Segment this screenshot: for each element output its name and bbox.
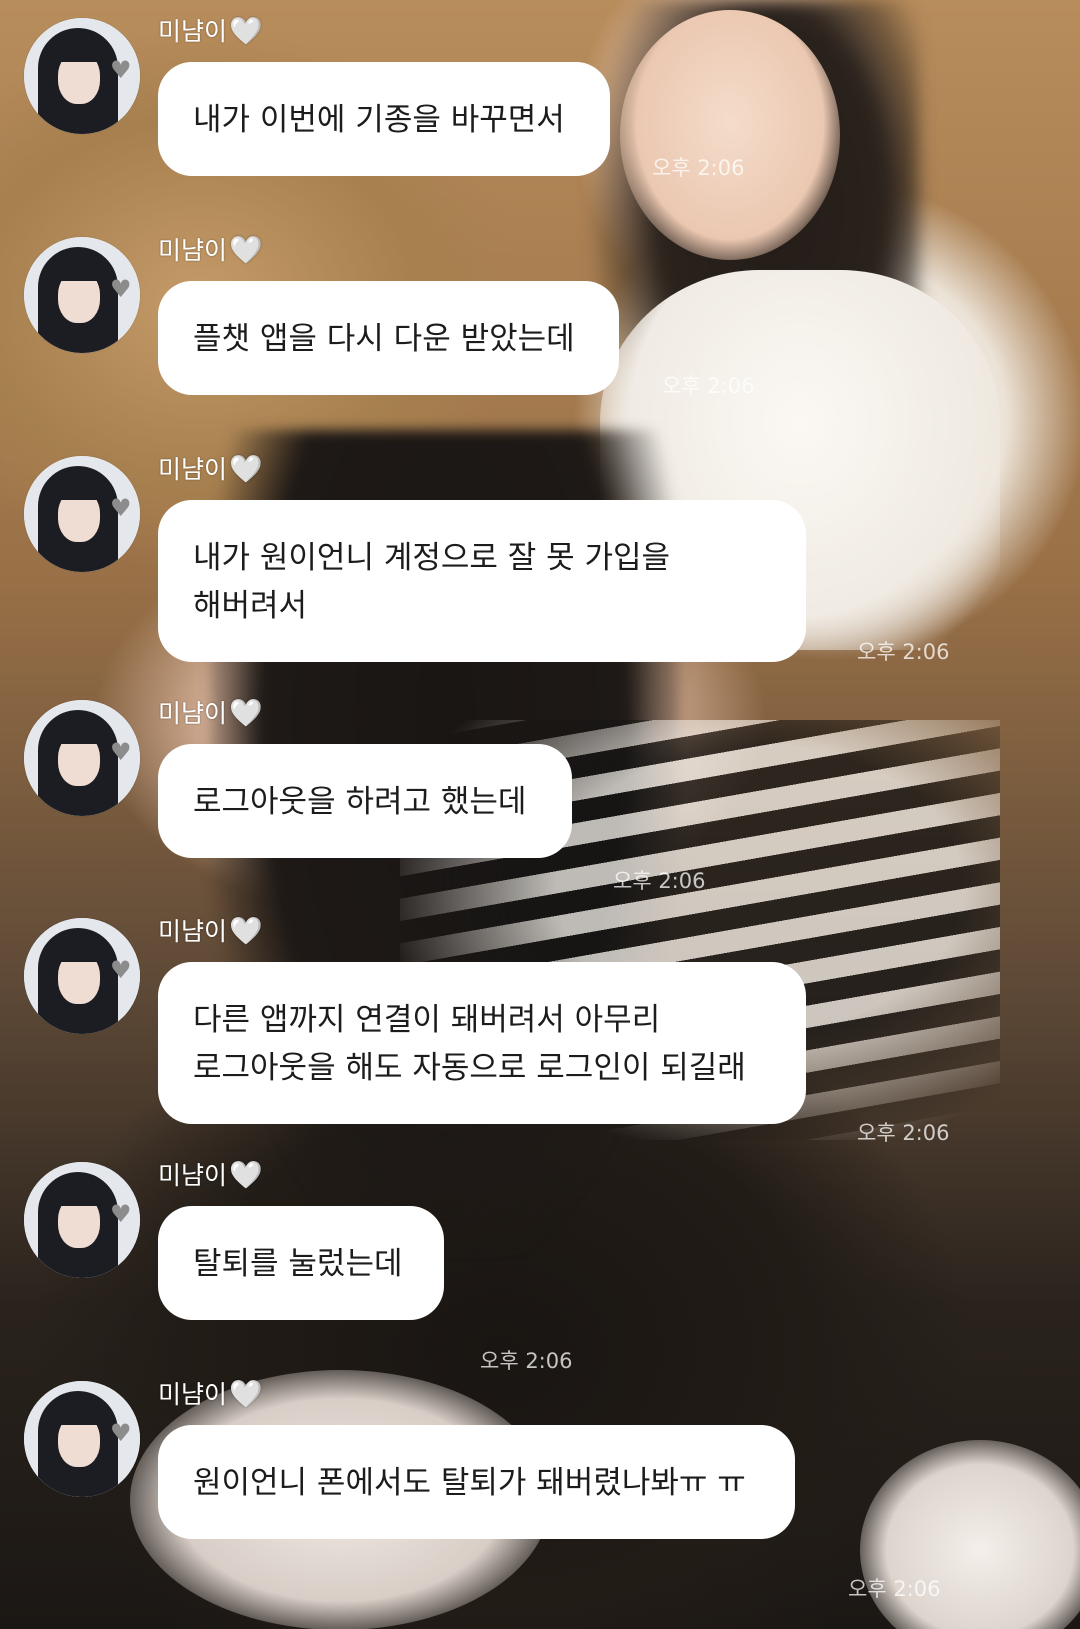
gray-heart-icon: ♥ <box>110 1419 132 1447</box>
sender-name-text: 미냠이 <box>158 1380 228 1409</box>
message-bubble[interactable]: 내가 이번에 기종을 바꾸면서 <box>158 62 610 176</box>
message-timestamp: 오후 2:06 <box>857 1121 950 1145</box>
sender-avatar[interactable]: ♥ <box>24 237 140 353</box>
avatar-bangs <box>52 478 106 500</box>
sender-name-text: 미냠이 <box>158 1161 228 1190</box>
message-bubble[interactable]: 원이언니 폰에서도 탈퇴가 돼버렸나봐ㅠ ㅠ <box>158 1425 795 1539</box>
message-timestamp: 오후 2:06 <box>652 156 745 180</box>
sender-name: 미냠이🤍 <box>158 912 263 948</box>
message-bubble[interactable]: 탈퇴를 눌렀는데 <box>158 1206 444 1320</box>
sender-name: 미냠이🤍 <box>158 12 263 48</box>
sender-avatar[interactable]: ♥ <box>24 700 140 816</box>
sender-name: 미냠이🤍 <box>158 1375 263 1411</box>
sender-avatar[interactable]: ♥ <box>24 1381 140 1497</box>
avatar-bangs <box>52 940 106 962</box>
sender-name: 미냠이🤍 <box>158 1156 263 1192</box>
message-text-line: 내가 이번에 기종을 바꾸면서 <box>193 102 565 138</box>
sender-name: 미냠이🤍 <box>158 450 263 486</box>
background-face-top <box>620 10 840 260</box>
sender-name: 미냠이🤍 <box>158 694 263 730</box>
sender-name-text: 미냠이 <box>158 455 228 484</box>
gray-heart-icon: ♥ <box>110 1200 132 1228</box>
avatar-bangs <box>52 1403 106 1425</box>
avatar-bangs <box>52 259 106 281</box>
message-text-line: 로그아웃을 하려고 했는데 <box>193 784 527 820</box>
avatar-bangs <box>52 40 106 62</box>
message-text-line: 해버려서 <box>193 588 308 624</box>
message-bubble[interactable]: 내가 원이언니 계정으로 잘 못 가입을해버려서 <box>158 500 806 662</box>
message-text-line: 플챗 앱을 다시 다운 받았는데 <box>193 321 575 357</box>
sender-avatar[interactable]: ♥ <box>24 456 140 572</box>
white-heart-icon: 🤍 <box>229 916 263 947</box>
message-timestamp: 오후 2:06 <box>613 869 706 893</box>
message-text-line: 원이언니 폰에서도 탈퇴가 돼버렸나봐ㅠ ㅠ <box>193 1465 746 1501</box>
message-timestamp: 오후 2:06 <box>848 1577 941 1601</box>
gray-heart-icon: ♥ <box>110 494 132 522</box>
sender-name-text: 미냠이 <box>158 699 228 728</box>
message-timestamp: 오후 2:06 <box>857 640 950 664</box>
gray-heart-icon: ♥ <box>110 956 132 984</box>
sender-avatar[interactable]: ♥ <box>24 1162 140 1278</box>
message-text-line: 탈퇴를 눌렀는데 <box>193 1246 403 1282</box>
message-timestamp: 오후 2:06 <box>480 1349 573 1373</box>
white-heart-icon: 🤍 <box>229 1160 263 1191</box>
sender-avatar[interactable]: ♥ <box>24 18 140 134</box>
message-text-line: 로그아웃을 해도 자동으로 로그인이 되길래 <box>193 1050 746 1086</box>
white-heart-icon: 🤍 <box>229 698 263 729</box>
gray-heart-icon: ♥ <box>110 275 132 303</box>
sender-name-text: 미냠이 <box>158 17 228 46</box>
white-heart-icon: 🤍 <box>229 16 263 47</box>
gray-heart-icon: ♥ <box>110 56 132 84</box>
gray-heart-icon: ♥ <box>110 738 132 766</box>
message-bubble[interactable]: 플챗 앱을 다시 다운 받았는데 <box>158 281 619 395</box>
sender-avatar[interactable]: ♥ <box>24 918 140 1034</box>
message-text-line: 내가 원이언니 계정으로 잘 못 가입을 <box>193 540 671 576</box>
avatar-bangs <box>52 1184 106 1206</box>
avatar-bangs <box>52 722 106 744</box>
message-timestamp: 오후 2:06 <box>662 374 755 398</box>
white-heart-icon: 🤍 <box>229 235 263 266</box>
white-heart-icon: 🤍 <box>229 1379 263 1410</box>
sender-name-text: 미냠이 <box>158 917 228 946</box>
message-bubble[interactable]: 로그아웃을 하려고 했는데 <box>158 744 572 858</box>
message-text-line: 다른 앱까지 연결이 돼버려서 아무리 <box>193 1002 661 1038</box>
sender-name-text: 미냠이 <box>158 236 228 265</box>
sender-name: 미냠이🤍 <box>158 231 263 267</box>
message-bubble[interactable]: 다른 앱까지 연결이 돼버려서 아무리로그아웃을 해도 자동으로 로그인이 되길… <box>158 962 806 1124</box>
white-heart-icon: 🤍 <box>229 454 263 485</box>
